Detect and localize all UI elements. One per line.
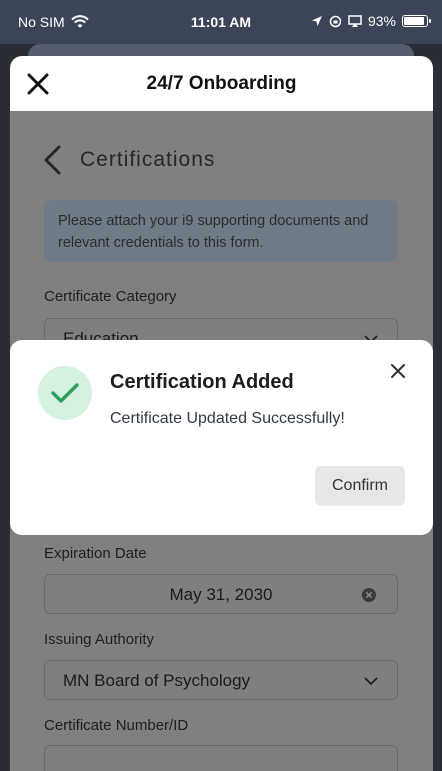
- location-icon: [311, 16, 322, 26]
- close-icon[interactable]: [389, 362, 407, 380]
- status-indicators: 93%: [311, 13, 431, 29]
- dialog-message: Certificate Updated Successfully!: [110, 410, 345, 427]
- back-arrow-icon[interactable]: [40, 144, 66, 176]
- checkmark-icon: [51, 383, 79, 403]
- battery-percent: 93%: [367, 13, 396, 29]
- expiration-label: Expiration Date: [44, 545, 147, 562]
- certificate-number-label: Certificate Number/ID: [44, 717, 189, 734]
- expiration-date-field[interactable]: May 31, 2030: [44, 574, 398, 614]
- sheet-header: 24/7 Onboarding: [10, 56, 433, 111]
- info-banner: Please attach your i9 supporting documen…: [44, 200, 398, 262]
- status-bar: No SIM 11:01 AM 93%: [0, 0, 442, 44]
- authority-label: Issuing Authority: [44, 631, 155, 648]
- success-dialog: Certification Added Certificate Updated …: [10, 340, 433, 535]
- sheet-title: 24/7 Onboarding: [146, 73, 297, 94]
- confirm-button[interactable]: Confirm: [315, 466, 405, 506]
- category-label: Certificate Category: [44, 288, 177, 305]
- dialog-title: Certification Added: [110, 371, 294, 393]
- page-title: Certifications: [80, 148, 216, 171]
- clear-icon[interactable]: [361, 587, 377, 603]
- success-badge: [38, 366, 92, 420]
- page-header: Certifications: [40, 144, 215, 176]
- battery-icon: [402, 15, 431, 27]
- authority-value: MN Board of Psychology: [63, 671, 251, 690]
- chevron-down-icon: [364, 677, 378, 686]
- screen-mirroring-icon: [348, 15, 362, 27]
- authority-select[interactable]: MN Board of Psychology: [44, 660, 398, 700]
- orientation-lock-icon: [329, 15, 342, 27]
- expiration-value: May 31, 2030: [169, 585, 273, 604]
- certificate-number-input[interactable]: [44, 745, 398, 771]
